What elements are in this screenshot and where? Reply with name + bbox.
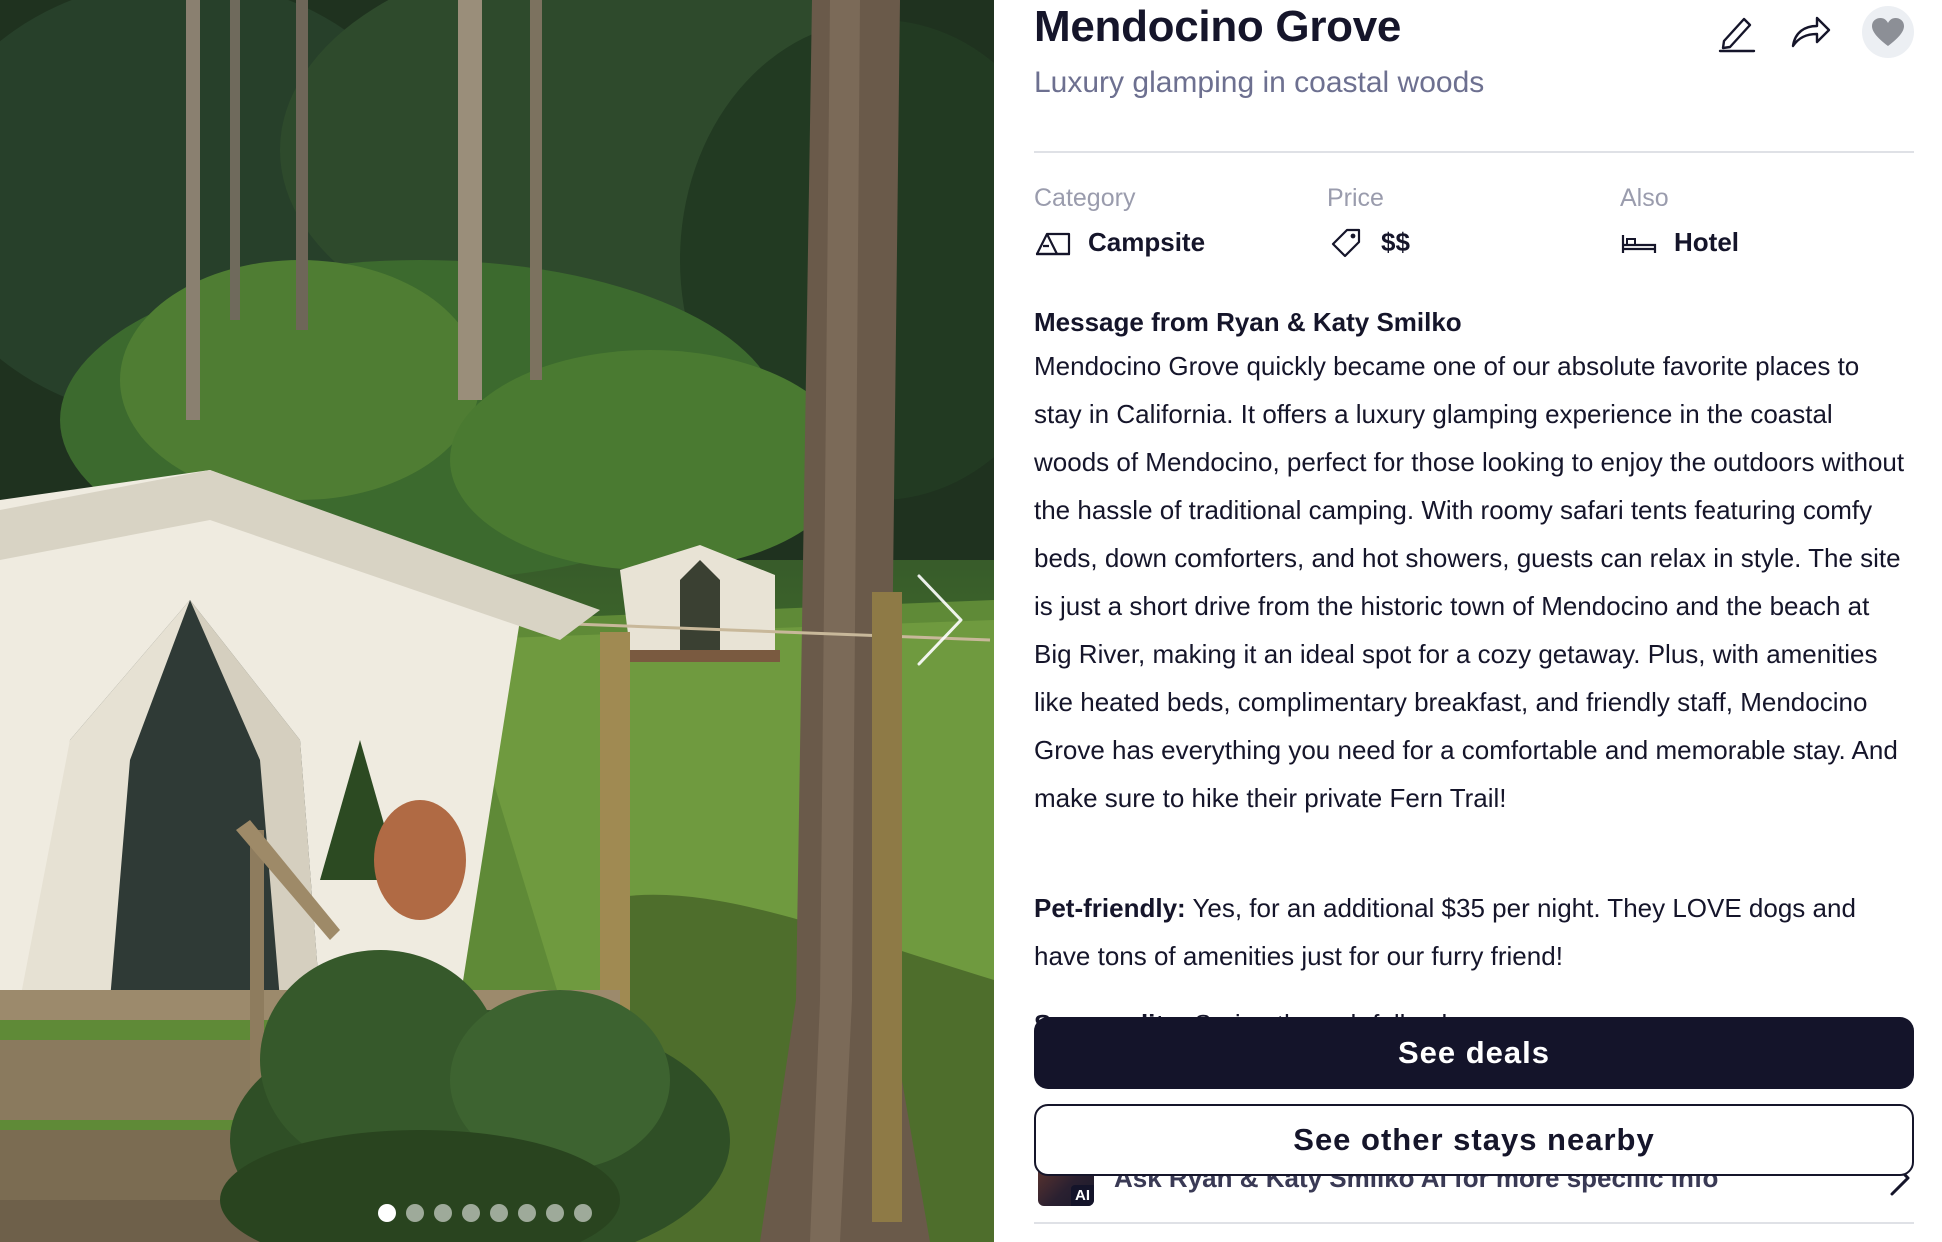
share-arrow-icon <box>1791 16 1831 48</box>
meta-value: Campsite <box>1088 227 1206 257</box>
meta-label: Also <box>1620 184 1669 212</box>
meta-value-row: Campsite <box>1034 227 1327 258</box>
price-tag-icon <box>1327 228 1365 258</box>
heart-icon <box>1872 18 1904 46</box>
meta-category: Category Campsite <box>1034 184 1327 258</box>
listing-title: Mendocino Grove <box>1034 2 1402 51</box>
carousel-dot[interactable] <box>406 1204 424 1222</box>
meta-also: Also Hotel <box>1620 184 1913 258</box>
bed-icon <box>1620 228 1658 258</box>
footer-divider <box>1034 1222 1914 1224</box>
meta-value: Hotel <box>1674 227 1739 257</box>
header-divider <box>1034 151 1914 153</box>
carousel-dot[interactable] <box>434 1204 452 1222</box>
listing-meta: Category Campsite Price $$ Also Hotel <box>1034 184 1914 258</box>
ai-badge: AI <box>1071 1185 1094 1206</box>
pet-friendly-info: Pet-friendly: Yes, for an additional $35… <box>1034 884 1914 980</box>
carousel-dot[interactable] <box>378 1204 396 1222</box>
carousel-pagination <box>378 1204 592 1222</box>
meta-value-row: Hotel <box>1620 227 1913 258</box>
see-other-stays-button[interactable]: See other stays nearby <box>1034 1104 1914 1176</box>
message-body: Mendocino Grove quickly became one of ou… <box>1034 351 1905 813</box>
carousel-dot[interactable] <box>518 1204 536 1222</box>
pencil-icon <box>1718 17 1756 53</box>
meta-price: Price $$ <box>1327 184 1620 258</box>
listing-photo <box>0 0 994 1242</box>
meta-value: $$ <box>1381 227 1410 257</box>
listing-detail-panel: Mendocino Grove Luxury glamping in coast… <box>1034 0 1914 1242</box>
see-deals-button[interactable]: See deals <box>1034 1017 1914 1089</box>
campsite-photo-scene <box>0 0 994 1242</box>
pet-friendly-label: Pet-friendly: <box>1034 893 1186 923</box>
tent-icon <box>1034 228 1072 258</box>
carousel-dot[interactable] <box>574 1204 592 1222</box>
chevron-right-icon <box>917 574 963 666</box>
listing-subtitle: Luxury glamping in coastal woods <box>1034 66 1485 99</box>
listing-actions <box>1714 6 1914 58</box>
meta-label: Price <box>1327 184 1384 212</box>
meta-label: Category <box>1034 184 1136 212</box>
edit-button[interactable] <box>1714 9 1760 55</box>
carousel-dot[interactable] <box>462 1204 480 1222</box>
share-button[interactable] <box>1788 9 1834 55</box>
carousel-next-button[interactable] <box>905 570 975 670</box>
message-heading: Message from Ryan & Katy Smilko <box>1034 307 1462 337</box>
favorite-button[interactable] <box>1862 6 1914 58</box>
carousel-dot[interactable] <box>490 1204 508 1222</box>
carousel-dot[interactable] <box>546 1204 564 1222</box>
meta-value-row: $$ <box>1327 227 1620 258</box>
